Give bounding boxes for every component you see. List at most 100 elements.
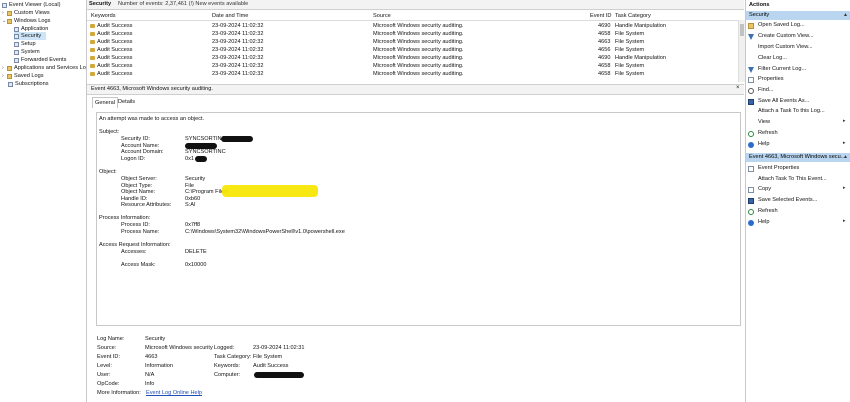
collapse-icon[interactable]: ▲ xyxy=(843,154,848,160)
collapse-icon[interactable]: ▲ xyxy=(843,12,848,18)
table-row[interactable]: Audit Success 23-09-2024 11:02:32 Micros… xyxy=(87,62,739,70)
subscription-icon xyxy=(8,81,13,87)
table-row[interactable]: Audit Success 23-09-2024 11:02:32 Micros… xyxy=(87,30,739,38)
tree-item-subscriptions[interactable]: Subscriptions xyxy=(8,80,49,88)
tree-item-applications-services[interactable]: › Applications and Services Lo xyxy=(2,64,86,72)
folder-icon xyxy=(7,18,12,24)
action-create-custom-view[interactable]: Create Custom View... xyxy=(746,32,814,41)
log-name-value: Security xyxy=(145,336,166,342)
column-header-row: Keywords Date and Time Source Event ID T… xyxy=(87,11,744,21)
action-attach-task-log[interactable]: Attach a Task To this Log... xyxy=(746,107,825,116)
filter-icon xyxy=(748,33,754,40)
event-title: Event 4663, Microsoft Windows security a… xyxy=(91,86,213,92)
log-icon xyxy=(14,33,19,39)
column-keywords[interactable]: Keywords xyxy=(91,13,116,19)
log-title: Security xyxy=(89,1,112,7)
action-properties[interactable]: Properties xyxy=(746,75,784,84)
tree-item-system[interactable]: System xyxy=(14,48,40,56)
column-task-category[interactable]: Task Category xyxy=(615,13,651,19)
log-icon xyxy=(14,49,19,55)
tree-item-event-viewer[interactable]: Event Viewer (Local) xyxy=(2,1,61,9)
find-icon xyxy=(748,87,754,94)
key-icon xyxy=(90,39,95,44)
key-icon xyxy=(90,31,95,36)
section-subject: Subject: xyxy=(99,129,120,135)
folder-icon xyxy=(7,65,12,71)
redaction xyxy=(221,136,253,142)
action-copy[interactable]: Copy xyxy=(746,185,771,194)
help-icon xyxy=(748,219,754,226)
submenu-arrow-icon: ▸ xyxy=(843,185,846,191)
tree-item-custom-views[interactable]: › Custom Views xyxy=(2,9,50,17)
section-object: Object: xyxy=(99,169,117,175)
action-save-selected-events[interactable]: Save Selected Events... xyxy=(746,196,817,205)
copy-icon xyxy=(748,186,754,193)
column-event-id[interactable]: Event ID xyxy=(590,13,611,19)
action-import-custom-view[interactable]: Import Custom View... xyxy=(746,43,813,52)
import-icon xyxy=(748,45,754,51)
task-icon xyxy=(748,109,754,115)
tree-item-setup[interactable]: Setup xyxy=(14,40,36,48)
table-row[interactable]: Audit Success 23-09-2024 11:02:32 Micros… xyxy=(87,22,739,30)
action-event-properties[interactable]: Event Properties xyxy=(746,164,799,173)
key-icon xyxy=(90,63,95,68)
log-icon xyxy=(14,26,19,32)
tab-general[interactable]: General xyxy=(92,97,118,108)
key-icon xyxy=(90,55,95,60)
actions-section-event[interactable]: Event 4663, Microsoft Windows secu... xyxy=(746,153,850,162)
submenu-arrow-icon: ▸ xyxy=(843,218,846,224)
tree-item-forwarded-events[interactable]: Forwarded Events xyxy=(14,56,66,64)
action-help[interactable]: Help xyxy=(746,140,770,149)
tree-item-saved-logs[interactable]: › Saved Logs xyxy=(2,72,44,80)
help-icon xyxy=(748,141,754,148)
action-refresh-event[interactable]: Refresh xyxy=(746,207,778,216)
save-icon xyxy=(748,197,754,204)
table-row[interactable]: Audit Success 23-09-2024 11:02:32 Micros… xyxy=(87,38,739,46)
event-count: Number of events: 2,37,461 (!) New event… xyxy=(118,1,249,7)
submenu-arrow-icon: ▸ xyxy=(843,140,846,146)
key-icon xyxy=(90,71,95,76)
view-icon xyxy=(748,120,754,126)
actions-header: Actions xyxy=(746,1,850,10)
action-find[interactable]: Find... xyxy=(746,86,774,95)
section-access-request: Access Request Information: xyxy=(99,242,171,248)
action-save-all-events[interactable]: Save All Events As... xyxy=(746,97,809,106)
redaction xyxy=(254,372,304,378)
action-attach-task-event[interactable]: Attach Task To This Event... xyxy=(746,175,827,184)
redaction xyxy=(195,156,207,162)
section-process-info: Process Information: xyxy=(99,215,151,221)
online-help-link[interactable]: Event Log Online Help xyxy=(146,390,202,396)
key-icon xyxy=(90,23,95,28)
column-source[interactable]: Source xyxy=(373,13,391,19)
clear-icon xyxy=(748,56,754,62)
action-help-event[interactable]: Help xyxy=(746,218,770,227)
table-row[interactable]: Audit Success 23-09-2024 11:02:32 Micros… xyxy=(87,46,739,54)
properties-icon xyxy=(748,165,754,172)
table-row[interactable]: Audit Success 23-09-2024 11:02:32 Micros… xyxy=(87,70,739,78)
list-scrollbar[interactable] xyxy=(738,20,745,82)
action-filter-current-log[interactable]: Filter Current Log... xyxy=(746,65,806,74)
task-icon xyxy=(748,177,754,183)
event-viewer-icon xyxy=(2,2,7,8)
action-clear-log[interactable]: Clear Log... xyxy=(746,54,787,63)
folder-icon xyxy=(748,22,754,29)
save-icon xyxy=(748,98,754,105)
column-date-time[interactable]: Date and Time xyxy=(212,13,248,19)
log-icon xyxy=(14,57,19,63)
table-row[interactable]: Audit Success 23-09-2024 11:02:32 Micros… xyxy=(87,54,739,62)
scrollbar-thumb[interactable] xyxy=(740,24,744,36)
action-view[interactable]: View xyxy=(746,118,770,127)
highlight-marker xyxy=(222,185,318,197)
action-refresh[interactable]: Refresh xyxy=(746,129,778,138)
filter-icon xyxy=(748,66,754,73)
close-icon[interactable]: × xyxy=(736,85,740,91)
properties-icon xyxy=(748,76,754,83)
tree-item-windows-logs[interactable]: ⌄ Windows Logs xyxy=(2,17,50,25)
refresh-icon xyxy=(748,130,754,137)
action-open-saved-log[interactable]: Open Saved Log... xyxy=(746,21,805,30)
message-intro: An attempt was made to access an object. xyxy=(99,116,205,122)
tree-item-security[interactable]: Security xyxy=(14,32,46,40)
folder-icon xyxy=(7,73,12,79)
actions-section-security[interactable]: Security xyxy=(746,11,850,20)
tab-details[interactable]: Details xyxy=(118,98,135,107)
